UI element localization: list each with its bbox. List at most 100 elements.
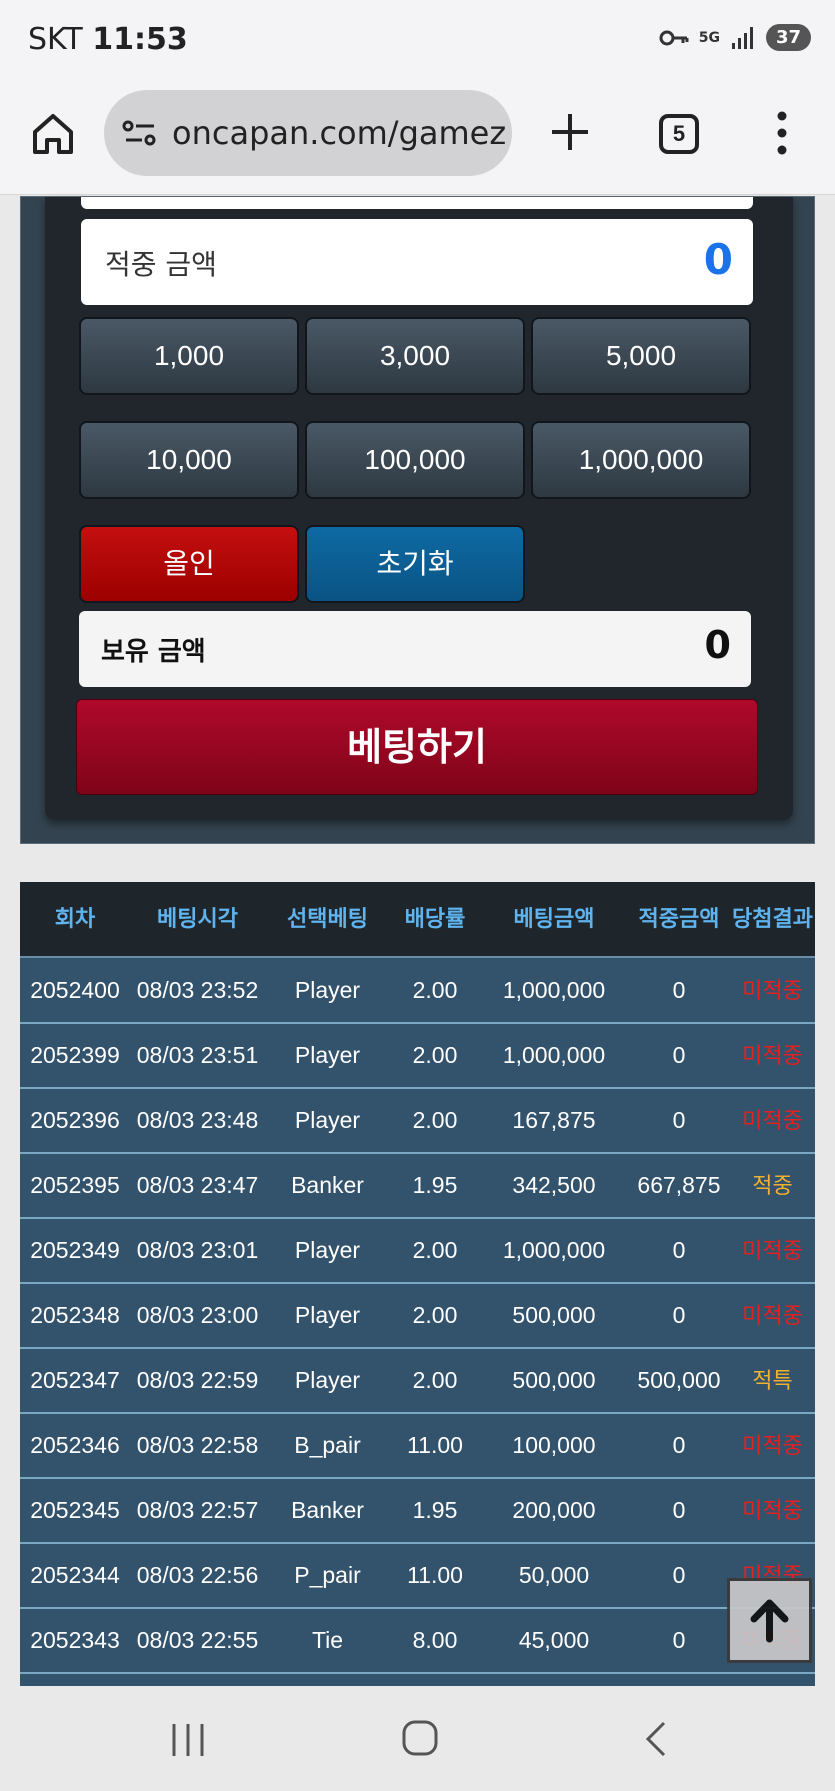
status-left: SKT 11:53	[28, 22, 188, 57]
hit-amount-field: 적중 금액 0	[81, 219, 753, 305]
browser-toolbar: oncapan.com/gamez 5	[0, 80, 835, 195]
chip-button-10000[interactable]: 10,000	[79, 421, 299, 499]
cell-odds: 2.00	[412, 1237, 458, 1263]
table-row: 2052400 08/03 23:52 Player 2.00 1,000,000 0 미적…	[20, 959, 815, 1024]
cell-round: 2052396	[30, 1107, 120, 1133]
betting-panel-inner: 적중 금액 0 1,000 3,000 5,000 10,000 100,000…	[45, 197, 793, 820]
cell-hit-amount: 0	[672, 1562, 686, 1588]
cell-bet-amount: 50,000	[518, 1562, 590, 1588]
header-selection: 선택베팅	[287, 907, 368, 932]
place-bet-button[interactable]: 베팅하기	[76, 699, 758, 795]
cell-round: 2052347	[30, 1367, 120, 1393]
cell-bet-time: 08/03 23:00	[136, 1302, 259, 1328]
header-hit-amount: 적중금액	[638, 907, 720, 932]
reset-button[interactable]: 초기화	[305, 525, 525, 603]
cell-selection: Banker	[291, 1497, 364, 1523]
cell-selection: Player	[294, 1302, 361, 1328]
cell-bet-amount: 200,000	[512, 1497, 596, 1523]
cell-bet-time: 08/03 23:01	[136, 1237, 259, 1263]
cell-bet-amount: 1,000,000	[502, 1237, 606, 1263]
cell-bet-time: 08/03 22:57	[136, 1497, 259, 1523]
field-strip	[81, 197, 753, 209]
cell-hit-amount: 0	[672, 977, 686, 1003]
cell-hit-amount: 0	[672, 1497, 686, 1523]
all-in-button[interactable]: 올인	[79, 525, 299, 603]
cell-odds: 1.95	[412, 1497, 458, 1523]
table-row: 2052344 08/03 22:56 P_pair 11.00 50,000 0 미적중	[20, 1544, 815, 1609]
cell-selection: Player	[294, 1367, 361, 1393]
network-type-label: 5G	[698, 29, 720, 46]
scroll-top-button[interactable]	[727, 1578, 812, 1663]
more-menu-icon[interactable]	[772, 110, 792, 156]
cell-round: 2052345	[30, 1497, 120, 1523]
home-nav-icon[interactable]	[400, 1718, 440, 1758]
cell-selection: P_pair	[294, 1562, 361, 1588]
chip-button-100000[interactable]: 100,000	[305, 421, 525, 499]
status-bar: SKT 11:53 5G 37	[0, 0, 835, 80]
cell-odds: 11.00	[407, 1562, 463, 1588]
cell-odds: 2.00	[412, 1107, 458, 1133]
cell-bet-amount: 500,000	[512, 1302, 596, 1328]
new-tab-icon[interactable]	[548, 110, 592, 154]
cell-bet-time: 08/03 23:51	[136, 1042, 259, 1068]
table-row: 2052346 08/03 22:58 B_pair 11.00 100,000 0 미적중	[20, 1414, 815, 1479]
header-odds: 배당률	[404, 907, 466, 932]
cell-result: 미적중	[742, 1433, 803, 1458]
cell-round: 2052399	[30, 1042, 120, 1068]
balance-value: 0	[704, 623, 731, 667]
cell-round: 2052395	[30, 1172, 120, 1198]
cell-selection: Player	[294, 1107, 361, 1133]
header-result: 당첨결과	[732, 907, 813, 932]
cell-bet-amount: 1,000,000	[502, 1042, 606, 1068]
recent-apps-icon[interactable]	[168, 1722, 208, 1758]
tab-switcher-button[interactable]: 5	[659, 114, 699, 154]
table-row: 2052395 08/03 23:47 Banker 1.95 342,500 667,8…	[20, 1154, 815, 1219]
cell-bet-time: 08/03 23:47	[136, 1172, 259, 1198]
cell-selection: Player	[294, 1042, 361, 1068]
cell-round: 2052349	[30, 1237, 120, 1263]
status-icons: 5G 37	[659, 24, 811, 51]
header-bet-amount: 베팅금액	[513, 907, 595, 932]
table-row: 2052347 08/03 22:59 Player 2.00 500,000 500,0…	[20, 1349, 815, 1414]
cell-round: 2052343	[30, 1627, 120, 1653]
cell-bet-time: 08/03 22:59	[136, 1367, 259, 1393]
chip-button-5000[interactable]: 5,000	[531, 317, 751, 395]
cell-round: 2052348	[30, 1302, 120, 1328]
cell-result: 미적중	[742, 1238, 803, 1263]
cell-bet-time: 08/03 22:56	[136, 1562, 259, 1588]
cell-selection: B_pair	[294, 1432, 361, 1458]
cell-result: 적중	[752, 1173, 793, 1198]
url-bar[interactable]: oncapan.com/gamez	[104, 90, 512, 176]
back-icon[interactable]	[640, 1720, 670, 1758]
cell-selection: Player	[294, 977, 361, 1003]
cell-result: 미적중	[742, 978, 803, 1003]
chip-button-1000000[interactable]: 1,000,000	[531, 421, 751, 499]
cell-hit-amount: 0	[672, 1302, 686, 1328]
cell-bet-amount: 500,000	[512, 1367, 596, 1393]
system-nav-bar	[0, 1686, 835, 1791]
cell-selection: Tie	[311, 1627, 344, 1653]
cell-selection: Banker	[291, 1172, 364, 1198]
table-row: 2052349 08/03 23:01 Player 2.00 1,000,000 0 미적…	[20, 1219, 815, 1284]
cell-bet-time: 08/03 22:55	[136, 1627, 259, 1653]
cell-odds: 1.95	[412, 1172, 458, 1198]
chip-button-1000[interactable]: 1,000	[79, 317, 299, 395]
cell-bet-amount: 45,000	[518, 1627, 590, 1653]
table-row: 2052396 08/03 23:48 Player 2.00 167,875 0 미적중	[20, 1089, 815, 1154]
chip-button-3000[interactable]: 3,000	[305, 317, 525, 395]
url-text: oncapan.com/gamez	[172, 114, 507, 152]
home-icon[interactable]	[30, 110, 76, 156]
clock: 11:53	[92, 22, 188, 57]
signal-icon	[731, 26, 753, 49]
carrier-label: SKT	[28, 22, 83, 57]
cell-bet-time: 08/03 23:48	[136, 1107, 259, 1133]
site-settings-icon[interactable]	[122, 118, 158, 148]
cell-result: 미적중	[742, 1043, 803, 1068]
table-row: 2052345 08/03 22:57 Banker 1.95 200,000 0 미적중	[20, 1479, 815, 1544]
cell-bet-amount: 167,875	[512, 1107, 596, 1133]
cell-odds: 8.00	[412, 1627, 458, 1653]
cell-bet-amount: 100,000	[512, 1432, 596, 1458]
cell-odds: 11.00	[407, 1432, 463, 1458]
header-round: 회차	[54, 907, 96, 932]
cell-hit-amount: 0	[672, 1107, 686, 1133]
